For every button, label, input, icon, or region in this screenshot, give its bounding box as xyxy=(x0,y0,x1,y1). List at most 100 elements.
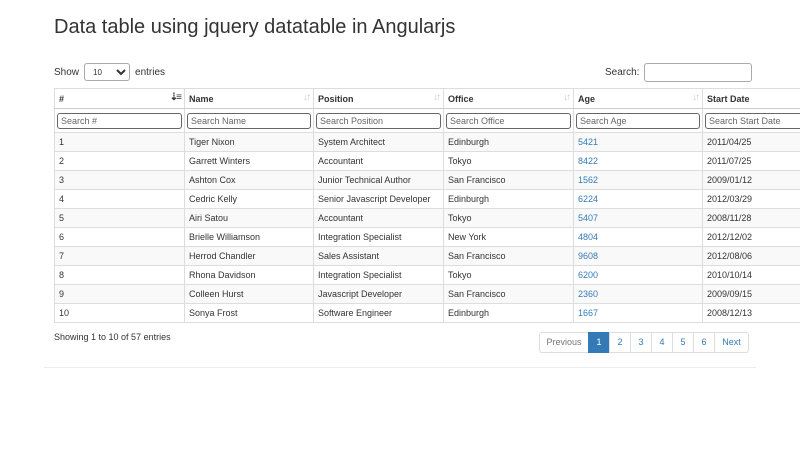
cell-position: Senior Javascript Developer xyxy=(313,189,444,209)
cell-age: 8422 xyxy=(573,151,703,171)
cell-age: 4804 xyxy=(573,227,703,247)
cell-number: 4 xyxy=(54,189,185,209)
page-title: Data table using jquery datatable in Ang… xyxy=(54,16,456,38)
page-button-1[interactable]: 1 xyxy=(588,332,610,353)
cell-age: 9608 xyxy=(573,246,703,266)
cell-name: Garrett Winters xyxy=(184,151,314,171)
cell-position: Sales Assistant xyxy=(313,246,444,266)
table-row: 6 Brielle Williamson Integration Specialis… xyxy=(54,227,800,247)
filter-input-number[interactable] xyxy=(57,112,182,129)
cell-number: 3 xyxy=(54,170,185,190)
cell-position: Integration Specialist xyxy=(313,227,444,247)
age-link[interactable]: 4804 xyxy=(578,232,598,242)
cell-position: Accountant xyxy=(313,208,444,228)
cell-office: Edinburgh xyxy=(443,132,574,152)
entries-length-control: Show 10 entries xyxy=(54,62,165,82)
table-row: 7 Herrod Chandler Sales Assistant San Franc… xyxy=(54,246,800,266)
table-row: 2 Garrett Winters Accountant Tokyo 8422 2011/… xyxy=(54,151,800,171)
cell-name: Cedric Kelly xyxy=(184,189,314,209)
table-row: 5 Airi Satou Accountant Tokyo 5407 2008/11/28 xyxy=(54,208,800,228)
filter-cell xyxy=(443,108,574,133)
age-link[interactable]: 6224 xyxy=(578,194,598,204)
filter-cell xyxy=(702,108,800,133)
age-link[interactable]: 1562 xyxy=(578,175,598,185)
table-header-row: # ⇣≡ Name ↓↑ Position ↓↑ Office ↓↑ Age ↓↑ Sta… xyxy=(54,88,800,109)
filter-cell xyxy=(54,108,185,133)
filter-input-office[interactable] xyxy=(446,112,571,129)
age-link[interactable]: 1667 xyxy=(578,308,598,318)
page-button-2[interactable]: 2 xyxy=(609,332,631,353)
sort-both-icon: ↓↑ xyxy=(563,92,571,103)
cell-office: Tokyo xyxy=(443,265,574,285)
filter-cell xyxy=(313,108,444,133)
filter-input-name[interactable] xyxy=(187,112,311,129)
column-header-label: # xyxy=(59,93,65,104)
cell-name: Ashton Cox xyxy=(184,170,314,190)
column-header-start-date[interactable]: Start Date↓↑ xyxy=(702,88,800,109)
filter-input-age[interactable] xyxy=(576,112,700,129)
cell-office: Edinburgh xyxy=(443,189,574,209)
previous-page-button[interactable]: Previous xyxy=(539,332,589,353)
global-search: Search: xyxy=(605,62,753,82)
search-input[interactable] xyxy=(644,62,753,82)
filter-input-start-date[interactable] xyxy=(705,112,800,129)
cell-start-date: 2012/03/29 xyxy=(702,189,800,209)
footer-divider xyxy=(44,367,756,368)
cell-start-date: 2008/11/28 xyxy=(702,208,800,228)
table-row: 3 Ashton Cox Junior Technical Author San Fr… xyxy=(54,170,800,190)
cell-office: Tokyo xyxy=(443,151,574,171)
cell-age: 1562 xyxy=(573,170,703,190)
age-link[interactable]: 5407 xyxy=(578,213,598,223)
cell-number: 6 xyxy=(54,227,185,247)
column-header-name[interactable]: Name ↓↑ xyxy=(184,88,314,109)
age-link[interactable]: 6200 xyxy=(578,270,598,280)
column-header-age[interactable]: Age ↓↑ xyxy=(573,88,703,109)
cell-age: 6224 xyxy=(573,189,703,209)
cell-age: 5421 xyxy=(573,132,703,152)
column-header-office[interactable]: Office ↓↑ xyxy=(443,88,574,109)
table-filter-row xyxy=(54,108,800,133)
entries-length-select[interactable]: 10 xyxy=(84,63,131,81)
cell-start-date: 2008/12/13 xyxy=(702,303,800,323)
page-button-4[interactable]: 4 xyxy=(651,332,673,353)
column-header-label: Office xyxy=(448,93,474,104)
page-button-6[interactable]: 6 xyxy=(693,332,715,353)
cell-position: Integration Specialist xyxy=(313,265,444,285)
column-header-position[interactable]: Position ↓↑ xyxy=(313,88,444,109)
age-link[interactable]: 8422 xyxy=(578,156,598,166)
column-header-label: Name xyxy=(189,93,214,104)
next-page-button[interactable]: Next xyxy=(714,332,749,353)
cell-start-date: 2012/08/06 xyxy=(702,246,800,266)
cell-name: Colleen Hurst xyxy=(184,284,314,304)
cell-position: Junior Technical Author xyxy=(313,170,444,190)
cell-start-date: 2012/12/02 xyxy=(702,227,800,247)
filter-input-position[interactable] xyxy=(316,112,441,129)
cell-office: San Francisco xyxy=(443,170,574,190)
cell-start-date: 2009/01/12 xyxy=(702,170,800,190)
cell-name: Sonya Frost xyxy=(184,303,314,323)
cell-name: Herrod Chandler xyxy=(184,246,314,266)
page-button-3[interactable]: 3 xyxy=(630,332,652,353)
cell-age: 2360 xyxy=(573,284,703,304)
cell-age: 6200 xyxy=(573,265,703,285)
table-info: Showing 1 to 10 of 57 entries xyxy=(54,332,171,342)
page-button-5[interactable]: 5 xyxy=(672,332,694,353)
age-link[interactable]: 2360 xyxy=(578,289,598,299)
search-label: Search: xyxy=(605,66,640,78)
age-link[interactable]: 9608 xyxy=(578,251,598,261)
table-row: 4 Cedric Kelly Senior Javascript Developer… xyxy=(54,189,800,209)
cell-number: 2 xyxy=(54,151,185,171)
cell-number: 7 xyxy=(54,246,185,266)
cell-position: System Architect xyxy=(313,132,444,152)
cell-number: 1 xyxy=(54,132,185,152)
table-row: 8 Rhona Davidson Integration Specialist Tok… xyxy=(54,265,800,285)
column-header-number[interactable]: # ⇣≡ xyxy=(54,88,185,109)
filter-cell xyxy=(573,108,703,133)
sort-ascending-icon: ⇣≡ xyxy=(169,92,182,103)
cell-name: Brielle Williamson xyxy=(184,227,314,247)
sort-both-icon: ↓↑ xyxy=(433,92,441,103)
age-link[interactable]: 5421 xyxy=(578,137,598,147)
cell-name: Rhona Davidson xyxy=(184,265,314,285)
sort-both-icon: ↓↑ xyxy=(303,92,311,103)
table-body: 1 Tiger Nixon System Architect Edinburgh 542… xyxy=(54,132,800,323)
